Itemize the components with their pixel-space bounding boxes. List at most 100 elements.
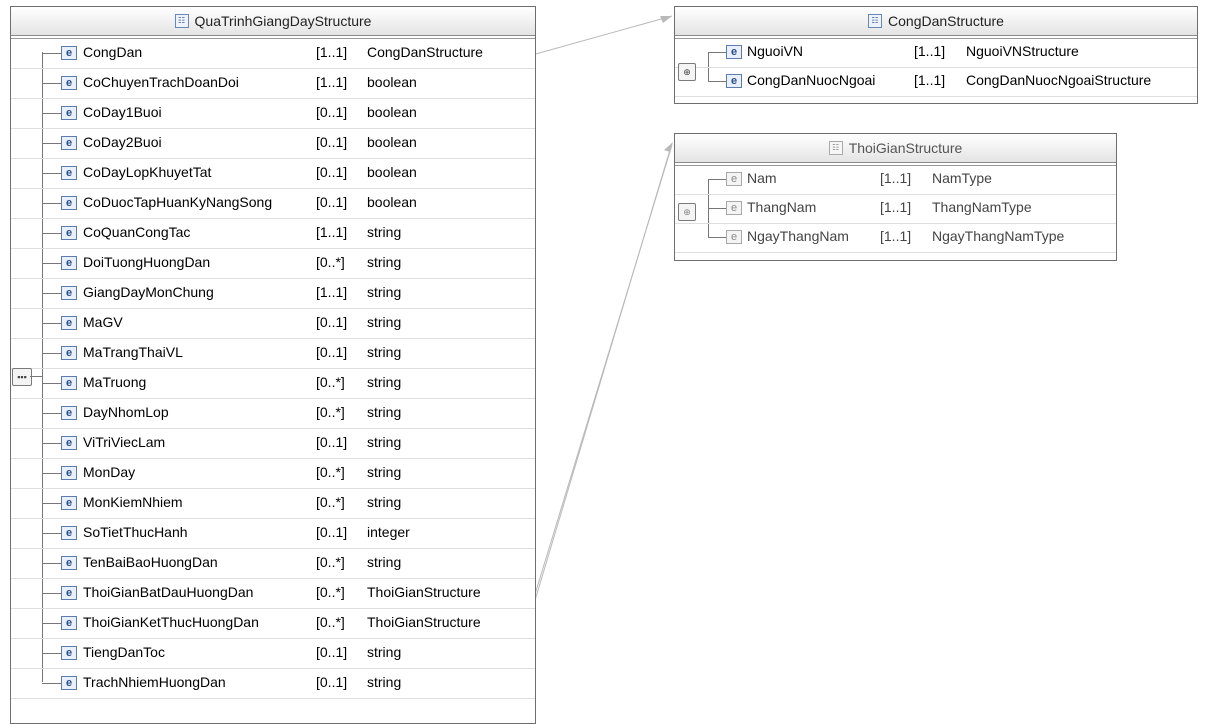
element-type: CongDanStructure [367, 44, 483, 60]
element-name: ThangNam [747, 199, 817, 215]
element-row[interactable]: e NgayThangNam [1..1] NgayThangNamType [675, 223, 1116, 253]
element-row[interactable]: e CongDan [1..1] CongDanStructure [11, 38, 535, 69]
element-row[interactable]: e CoDuocTapHuanKyNangSong [0..1] boolean [11, 188, 535, 219]
choice-compositor-icon[interactable]: ⊕ [678, 203, 696, 221]
sequence-compositor-icon[interactable]: ▪▪▪ [12, 368, 32, 386]
element-icon: e [61, 376, 77, 390]
tree-branch-line [708, 81, 726, 82]
element-row[interactable]: e NguoiVN [1..1] NguoiVNStructure [675, 38, 1197, 68]
element-row[interactable]: e CoChuyenTrachDoanDoi [1..1] boolean [11, 68, 535, 99]
element-name: ThoiGianKetThucHuongDan [83, 614, 259, 630]
element-card: [1..1] [914, 72, 946, 88]
element-row[interactable]: e ThoiGianBatDauHuongDan [0..*] ThoiGianStr… [11, 578, 535, 609]
element-type: string [367, 254, 402, 270]
element-icon: e [726, 230, 742, 244]
tree-branch-line [42, 143, 61, 144]
element-card: [0..1] [316, 344, 348, 360]
element-type: string [367, 404, 402, 420]
element-card: [0..1] [316, 644, 348, 660]
element-card: [0..*] [316, 554, 345, 570]
element-name: Nam [747, 170, 777, 186]
element-list: e CongDan [1..1] CongDanStructure e CoChuyenT… [11, 38, 535, 723]
element-name: MaGV [83, 314, 123, 330]
tree-branch-line [42, 203, 61, 204]
tree-branch-line [42, 443, 61, 444]
element-row[interactable]: e CoDayLopKhuyetTat [0..1] boolean [11, 158, 535, 189]
element-row[interactable]: e ThoiGianKetThucHuongDan [0..*] ThoiGianSt… [11, 608, 535, 639]
element-name: CoDayLopKhuyetTat [83, 164, 212, 180]
tree-branch-line [42, 113, 61, 114]
element-type: string [367, 644, 402, 660]
element-row[interactable]: e CoDay2Buoi [0..1] boolean [11, 128, 535, 159]
tree-branch-line [42, 473, 61, 474]
element-card: [0..*] [316, 584, 345, 600]
element-name: ViTriViecLam [83, 434, 166, 450]
tree-branch-line [42, 593, 61, 594]
element-row[interactable]: e ThangNam [1..1] ThangNamType [675, 194, 1116, 224]
element-icon: e [61, 136, 77, 150]
element-name: CongDanNuocNgoai [747, 72, 876, 88]
thoigian-title: ThoiGianStructure [848, 140, 963, 156]
tree-branch-line [42, 383, 61, 384]
element-row[interactable]: e CoQuanCongTac [1..1] string [11, 218, 535, 249]
element-row[interactable]: e MaGV [0..1] string [11, 308, 535, 339]
element-icon: e [726, 74, 742, 88]
element-card: [0..1] [316, 104, 348, 120]
element-row[interactable]: e MonDay [0..*] string [11, 458, 535, 489]
element-row[interactable]: e CoDay1Buoi [0..1] boolean [11, 98, 535, 129]
element-type: string [367, 434, 402, 450]
element-row[interactable]: e DoiTuongHuongDan [0..*] string [11, 248, 535, 279]
tree-branch-line [708, 208, 726, 209]
element-type: boolean [367, 194, 417, 210]
element-row[interactable]: e MonKiemNhiem [0..*] string [11, 488, 535, 519]
element-type: NamType [932, 170, 992, 186]
element-name: DayNhomLop [83, 404, 169, 420]
complex-type-icon: ☷ [868, 14, 883, 28]
element-row[interactable]: e DayNhomLop [0..*] string [11, 398, 535, 429]
element-row[interactable]: e MaTruong [0..*] string [11, 368, 535, 399]
arrowhead-congdan [660, 16, 672, 23]
element-row[interactable]: e ViTriViecLam [0..1] string [11, 428, 535, 459]
element-icon: e [61, 346, 77, 360]
element-name: MonKiemNhiem [83, 494, 183, 510]
element-row[interactable]: e TenBaiBaoHuongDan [0..*] string [11, 548, 535, 579]
element-row[interactable]: e CongDanNuocNgoai [1..1] CongDanNuocNgoaiS… [675, 67, 1197, 97]
tree-branch-line [42, 533, 61, 534]
element-type: string [367, 464, 402, 480]
element-row[interactable]: e GiangDayMonChung [1..1] string [11, 278, 535, 309]
element-card: [0..*] [316, 254, 345, 270]
element-type: string [367, 494, 402, 510]
element-type: string [367, 374, 402, 390]
element-row[interactable]: e SoTietThucHanh [0..1] integer [11, 518, 535, 549]
quatrinhgiangday-structure-box[interactable]: ☷ QuaTrinhGiangDayStructure e CongDan [1..… [10, 6, 536, 724]
element-row[interactable]: e TiengDanToc [0..1] string [11, 638, 535, 669]
tree-branch-line [42, 623, 61, 624]
tree-branch-line [42, 563, 61, 564]
element-type: string [367, 224, 402, 240]
thoigian-structure-box[interactable]: ☷ ThoiGianStructure e Nam [1..1] NamType e Th… [674, 133, 1117, 261]
element-name: TenBaiBaoHuongDan [83, 554, 218, 570]
tree-branch-line [42, 263, 61, 264]
element-row[interactable]: e MaTrangThaiVL [0..1] string [11, 338, 535, 369]
element-row[interactable]: e Nam [1..1] NamType [675, 165, 1116, 195]
congdan-structure-box[interactable]: ☷ CongDanStructure e NguoiVN [1..1] NguoiVN… [674, 6, 1198, 104]
element-type: boolean [367, 164, 417, 180]
element-icon: e [61, 496, 77, 510]
tree-branch-line [42, 413, 61, 414]
element-name: CoDuocTapHuanKyNangSong [83, 194, 273, 210]
element-card: [0..1] [316, 434, 348, 450]
tree-branch-line [42, 653, 61, 654]
element-type: string [367, 284, 402, 300]
element-name: TiengDanToc [83, 644, 165, 660]
element-type: ThangNamType [932, 199, 1032, 215]
element-name: ThoiGianBatDauHuongDan [83, 584, 254, 600]
element-name: SoTietThucHanh [83, 524, 188, 540]
tree-branch-line [42, 293, 61, 294]
element-card: [0..*] [316, 404, 345, 420]
congdan-title: CongDanStructure [888, 13, 1004, 29]
choice-compositor-icon[interactable]: ⊕ [678, 63, 696, 81]
connector-thoigian-batdau [532, 142, 673, 608]
element-row[interactable]: e TrachNhiemHuongDan [0..1] string [11, 668, 535, 699]
element-card: [1..1] [316, 44, 348, 60]
complex-type-icon: ☷ [174, 14, 189, 28]
